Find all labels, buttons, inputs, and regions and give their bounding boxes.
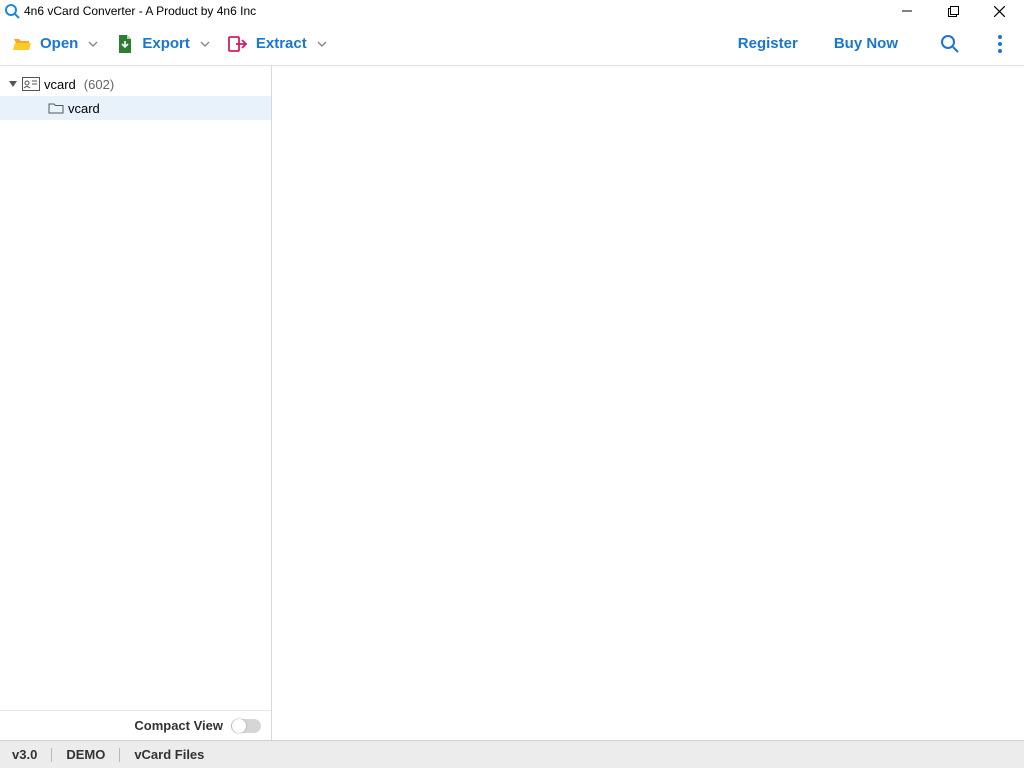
- sidebar: vcard (602) vcard Compact View: [0, 66, 272, 740]
- window-title: 4n6 vCard Converter - A Product by 4n6 I…: [24, 4, 256, 18]
- status-filetype: vCard Files: [134, 747, 204, 762]
- tree-child-item[interactable]: vcard: [0, 96, 271, 120]
- minimize-button[interactable]: [884, 0, 930, 22]
- open-label: Open: [40, 35, 78, 52]
- extract-button[interactable]: Extract: [228, 35, 327, 53]
- status-mode: DEMO: [66, 747, 105, 762]
- open-button[interactable]: Open: [12, 34, 98, 54]
- buy-now-link[interactable]: Buy Now: [834, 35, 898, 52]
- export-label: Export: [142, 35, 190, 52]
- toolbar: Open Export Extract Register Buy Now: [0, 22, 1024, 66]
- extract-label: Extract: [256, 35, 307, 52]
- search-icon: [940, 34, 960, 54]
- app-logo-icon: [4, 3, 20, 19]
- contact-card-icon: [22, 77, 40, 91]
- export-file-icon: [116, 34, 134, 54]
- register-link[interactable]: Register: [738, 35, 798, 52]
- export-button[interactable]: Export: [116, 34, 210, 54]
- chevron-down-icon: [88, 39, 98, 49]
- kebab-icon: [997, 34, 1003, 54]
- more-menu-button[interactable]: [984, 34, 1016, 54]
- chevron-down-icon: [317, 39, 327, 49]
- maximize-button[interactable]: [930, 0, 976, 22]
- tree-root-item[interactable]: vcard (602): [0, 72, 271, 96]
- folder-icon: [48, 102, 64, 114]
- divider: [119, 748, 120, 762]
- workspace: vcard (602) vcard Compact View: [0, 66, 1024, 740]
- compact-view-toggle[interactable]: [231, 719, 261, 733]
- status-version: v3.0: [12, 747, 37, 762]
- content-area: [272, 66, 1024, 740]
- folder-tree: vcard (602) vcard: [0, 66, 271, 710]
- statusbar: v3.0 DEMO vCard Files: [0, 740, 1024, 768]
- divider: [51, 748, 52, 762]
- folder-open-icon: [12, 34, 32, 54]
- close-button[interactable]: [976, 0, 1022, 22]
- collapse-icon: [8, 79, 18, 89]
- search-button[interactable]: [934, 34, 966, 54]
- extract-icon: [228, 35, 248, 53]
- titlebar: 4n6 vCard Converter - A Product by 4n6 I…: [0, 0, 1024, 22]
- tree-root-label: vcard: [44, 77, 76, 92]
- tree-root-count: (602): [84, 77, 114, 92]
- chevron-down-icon: [200, 39, 210, 49]
- tree-child-label: vcard: [68, 101, 100, 116]
- compact-view-label: Compact View: [134, 718, 223, 733]
- compact-view-bar: Compact View: [0, 710, 271, 740]
